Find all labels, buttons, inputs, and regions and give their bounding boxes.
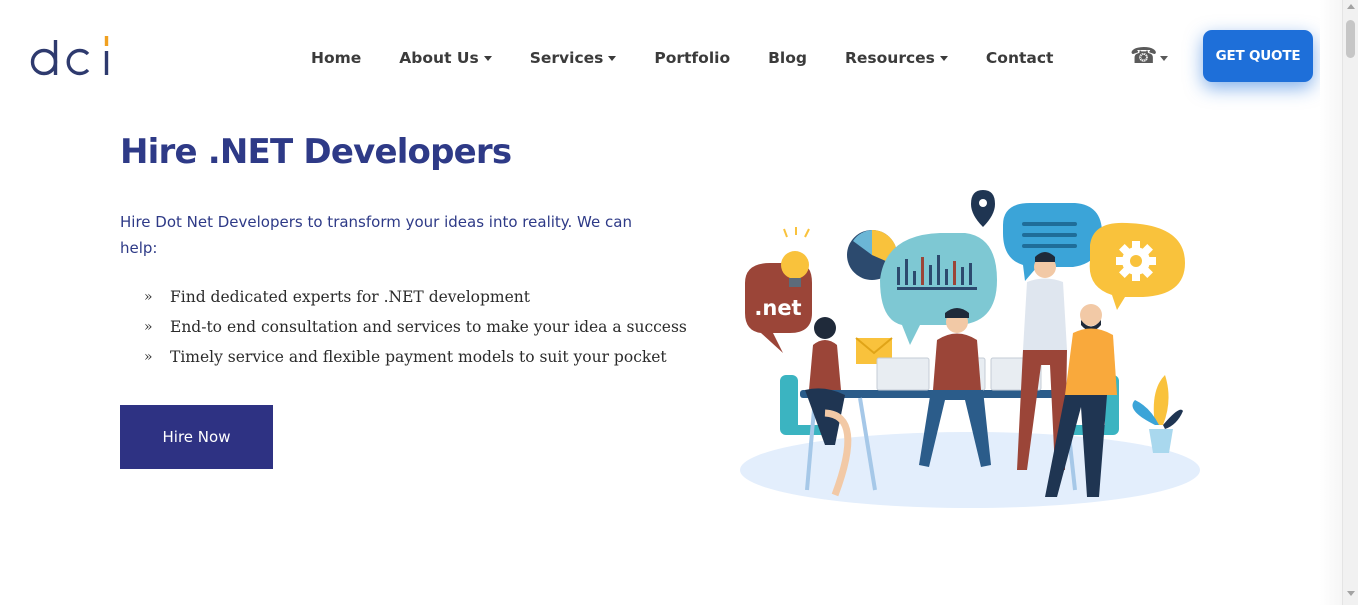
gear-icon xyxy=(1116,241,1156,281)
plant-icon xyxy=(1132,375,1183,453)
dci-logo[interactable]: dci xyxy=(30,32,112,80)
nav-services-label: Services xyxy=(529,49,604,67)
hero-title: Hire .NET Developers xyxy=(120,132,512,172)
double-chevron-icon: » xyxy=(144,319,153,335)
main-nav: Home About Us Services Portfolio Blog Re… xyxy=(311,47,1053,69)
caret-down-icon xyxy=(483,56,492,61)
hero-intro: Hire Dot Net Developers to transform you… xyxy=(120,213,632,257)
scroll-thumb[interactable] xyxy=(1346,20,1355,58)
nav-blog-label: Blog xyxy=(768,49,807,67)
double-chevron-icon: » xyxy=(144,349,153,365)
feature-text: End-to end consultation and services to … xyxy=(170,318,687,336)
nav-blog[interactable]: Blog xyxy=(768,49,807,67)
nav-contact[interactable]: Contact xyxy=(986,49,1054,67)
double-chevron-icon: » xyxy=(144,289,153,305)
nav-home[interactable]: Home xyxy=(311,49,361,67)
feature-text: Timely service and flexible payment mode… xyxy=(170,348,667,366)
nav-contact-label: Contact xyxy=(985,49,1054,67)
site-header: dci Home About Us Services Portfolio Blo… xyxy=(0,0,1342,112)
nav-services[interactable]: Services xyxy=(530,49,617,67)
caret-down-icon xyxy=(939,56,948,61)
phone-dropdown[interactable]: ☎ xyxy=(1130,43,1169,68)
text-lines-icon xyxy=(1022,222,1077,248)
phone-icon: ☎ xyxy=(1130,43,1158,68)
nav-resources-label: Resources xyxy=(844,49,935,67)
side-strip xyxy=(1320,0,1342,605)
nav-resources[interactable]: Resources xyxy=(845,49,948,67)
team-illustration: .net xyxy=(740,190,1200,508)
scroll-down-arrow-icon[interactable] xyxy=(1347,591,1355,596)
location-pin-icon xyxy=(971,190,995,227)
net-bubble-label: .net xyxy=(754,296,801,320)
nav-portfolio[interactable]: Portfolio xyxy=(654,49,730,67)
nav-about-us-label: About Us xyxy=(399,49,479,67)
caret-down-icon xyxy=(608,56,617,61)
get-quote-button[interactable]: GET QUOTE xyxy=(1203,30,1313,82)
scroll-up-arrow-icon[interactable] xyxy=(1347,4,1355,9)
hire-now-button[interactable]: Hire Now xyxy=(120,405,273,469)
nav-portfolio-label: Portfolio xyxy=(654,49,731,67)
caret-down-icon xyxy=(1160,55,1169,61)
page-scrollbar[interactable] xyxy=(1342,0,1358,605)
feature-item: » Timely service and flexible payment mod… xyxy=(144,342,687,372)
feature-item: » End-to end consultation and services to… xyxy=(144,312,687,342)
nav-about-us[interactable]: About Us xyxy=(399,49,492,67)
feature-list: » Find dedicated experts for .NET develop… xyxy=(144,282,687,372)
feature-text: Find dedicated experts for .NET developm… xyxy=(170,288,531,306)
feature-item: » Find dedicated experts for .NET develop… xyxy=(144,282,687,312)
nav-home-label: Home xyxy=(311,49,362,67)
